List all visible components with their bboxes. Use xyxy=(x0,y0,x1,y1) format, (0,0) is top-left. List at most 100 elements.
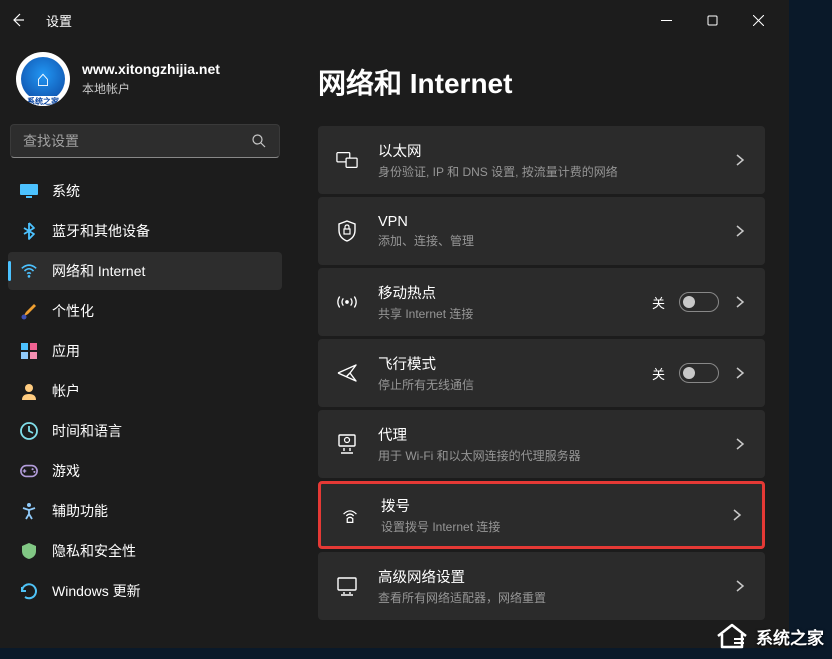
sidebar-item-privacy[interactable]: 隐私和安全性 xyxy=(8,532,282,570)
card-title: 代理 xyxy=(378,424,713,445)
card-text: VPN 添加、连接、管理 xyxy=(378,214,713,249)
search-icon xyxy=(251,133,267,149)
system-icon xyxy=(20,182,38,200)
sidebar-item-game[interactable]: 游戏 xyxy=(8,452,282,490)
chevron-right-icon xyxy=(733,437,747,451)
avatar: ⌂ 系统之家 xyxy=(16,52,70,106)
card-text: 代理 用于 Wi-Fi 和以太网连接的代理服务器 xyxy=(378,424,713,464)
chevron-right-icon xyxy=(730,508,744,522)
wifi-icon xyxy=(20,262,38,280)
dialup-icon xyxy=(339,504,361,526)
sidebar-item-label: 帐户 xyxy=(52,381,80,401)
card-airplane[interactable]: 飞行模式 停止所有无线通信 关 xyxy=(318,339,765,407)
apps-icon xyxy=(20,342,38,360)
sidebar-item-account[interactable]: 帐户 xyxy=(8,372,282,410)
update-icon xyxy=(20,582,38,600)
page-title: 网络和 Internet xyxy=(318,40,765,126)
minimize-icon xyxy=(661,15,672,26)
sidebar-item-label: 系统 xyxy=(52,181,80,201)
card-proxy[interactable]: 代理 用于 Wi-Fi 和以太网连接的代理服务器 xyxy=(318,410,765,478)
sidebar-item-time[interactable]: 时间和语言 xyxy=(8,412,282,450)
card-title: VPN xyxy=(378,214,713,230)
maximize-button[interactable] xyxy=(689,4,735,36)
time-icon xyxy=(20,422,38,440)
sidebar-item-label: 个性化 xyxy=(52,301,94,321)
sidebar-item-system[interactable]: 系统 xyxy=(8,172,282,210)
sidebar-item-accessibility[interactable]: 辅助功能 xyxy=(8,492,282,530)
back-button[interactable] xyxy=(8,10,28,30)
privacy-icon xyxy=(20,542,38,560)
sidebar-item-update[interactable]: Windows 更新 xyxy=(8,572,282,610)
card-right xyxy=(733,153,747,167)
card-desc: 停止所有无线通信 xyxy=(378,376,632,393)
window-controls xyxy=(643,4,781,36)
sidebar-item-label: 隐私和安全性 xyxy=(52,541,136,561)
watermark-text: 系统之家 xyxy=(756,624,824,649)
chevron-right-icon xyxy=(733,366,747,380)
card-title: 移动热点 xyxy=(378,282,632,303)
user-subtitle: 本地帐户 xyxy=(82,80,220,97)
card-ethernet[interactable]: 以太网 身份验证, IP 和 DNS 设置, 按流量计费的网络 xyxy=(318,126,765,194)
card-hotspot[interactable]: 移动热点 共享 Internet 连接 关 xyxy=(318,268,765,336)
account-icon xyxy=(20,382,38,400)
sidebar-item-wifi[interactable]: 网络和 Internet xyxy=(8,252,282,290)
sidebar-item-label: 游戏 xyxy=(52,461,80,481)
proxy-icon xyxy=(336,433,358,455)
card-text: 以太网 身份验证, IP 和 DNS 设置, 按流量计费的网络 xyxy=(378,140,713,180)
close-icon xyxy=(753,15,764,26)
card-title: 飞行模式 xyxy=(378,353,632,374)
sidebar-item-label: Windows 更新 xyxy=(52,581,141,601)
card-right xyxy=(733,579,747,593)
toggle-airplane[interactable] xyxy=(679,363,719,383)
chevron-right-icon xyxy=(733,153,747,167)
card-text: 飞行模式 停止所有无线通信 xyxy=(378,353,632,393)
brush-icon xyxy=(20,302,38,320)
card-title: 高级网络设置 xyxy=(378,566,713,587)
sidebar-item-label: 网络和 Internet xyxy=(52,261,145,281)
search-box[interactable] xyxy=(10,124,280,158)
minimize-button[interactable] xyxy=(643,4,689,36)
sidebar: ⌂ 系统之家 www.xitongzhijia.net 本地帐户 系统蓝牙和其他… xyxy=(0,40,290,648)
card-desc: 共享 Internet 连接 xyxy=(378,305,632,322)
sidebar-item-bluetooth[interactable]: 蓝牙和其他设备 xyxy=(8,212,282,250)
card-right xyxy=(730,508,744,522)
user-text: www.xitongzhijia.net 本地帐户 xyxy=(82,61,220,97)
card-title: 以太网 xyxy=(378,140,713,161)
watermark: 系统之家 xyxy=(714,621,824,651)
sidebar-item-apps[interactable]: 应用 xyxy=(8,332,282,370)
close-button[interactable] xyxy=(735,4,781,36)
sidebar-item-label: 辅助功能 xyxy=(52,501,108,521)
card-text: 高级网络设置 查看所有网络适配器，网络重置 xyxy=(378,566,713,606)
accessibility-icon xyxy=(20,502,38,520)
bluetooth-icon xyxy=(20,222,38,240)
sidebar-item-label: 蓝牙和其他设备 xyxy=(52,221,150,241)
card-right xyxy=(733,224,747,238)
card-vpn[interactable]: VPN 添加、连接、管理 xyxy=(318,197,765,265)
sidebar-item-brush[interactable]: 个性化 xyxy=(8,292,282,330)
card-right: 关 xyxy=(652,292,747,312)
toggle-hotspot[interactable] xyxy=(679,292,719,312)
body-area: ⌂ 系统之家 www.xitongzhijia.net 本地帐户 系统蓝牙和其他… xyxy=(0,40,789,648)
search-wrap xyxy=(8,124,282,172)
search-input[interactable] xyxy=(23,133,251,149)
card-dialup[interactable]: 拨号 设置拨号 Internet 连接 xyxy=(318,481,765,549)
card-right: 关 xyxy=(652,363,747,383)
card-right xyxy=(733,437,747,451)
chevron-right-icon xyxy=(733,295,747,309)
sidebar-item-label: 时间和语言 xyxy=(52,421,122,441)
vpn-icon xyxy=(336,220,358,242)
card-desc: 添加、连接、管理 xyxy=(378,232,713,249)
card-advanced[interactable]: 高级网络设置 查看所有网络适配器，网络重置 xyxy=(318,552,765,620)
card-desc: 身份验证, IP 和 DNS 设置, 按流量计费的网络 xyxy=(378,163,713,180)
user-block[interactable]: ⌂ 系统之家 www.xitongzhijia.net 本地帐户 xyxy=(8,40,282,124)
airplane-icon xyxy=(336,362,358,384)
game-icon xyxy=(20,462,38,480)
user-name: www.xitongzhijia.net xyxy=(82,61,220,77)
nav-list: 系统蓝牙和其他设备网络和 Internet 个性化应用帐户时间和语言游戏辅助功能隐… xyxy=(8,172,282,610)
card-list: 以太网 身份验证, IP 和 DNS 设置, 按流量计费的网络 VPN 添加、连… xyxy=(318,126,765,620)
card-title: 拨号 xyxy=(381,495,710,516)
toggle-label: 关 xyxy=(652,364,665,383)
sidebar-item-label: 应用 xyxy=(52,341,80,361)
back-arrow-icon xyxy=(10,12,26,28)
watermark-house-icon xyxy=(714,621,750,651)
